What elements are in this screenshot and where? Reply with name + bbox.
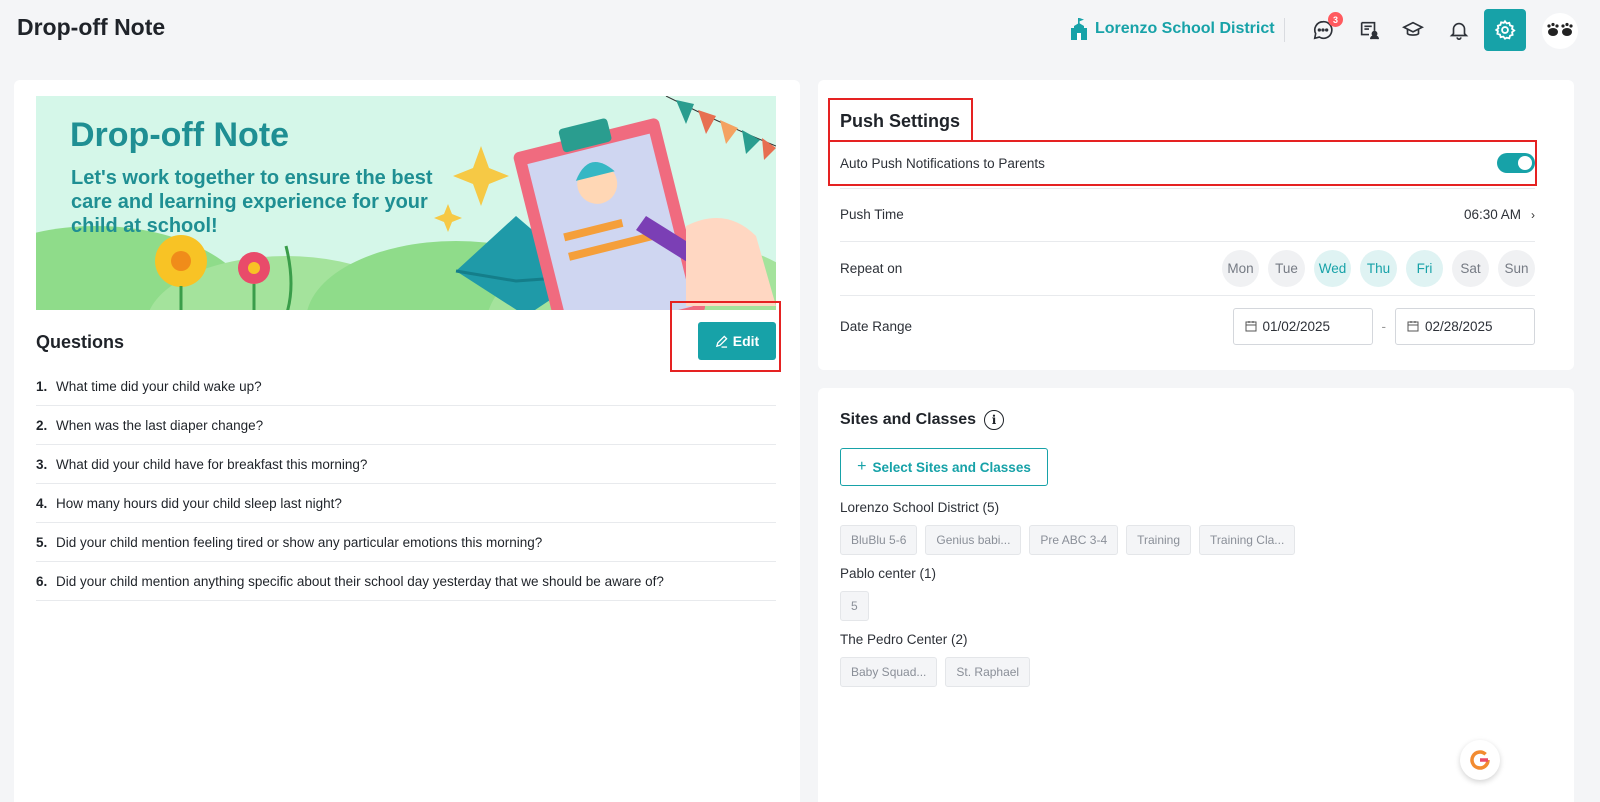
day-thu[interactable]: Thu xyxy=(1360,250,1397,287)
question-number: 2. xyxy=(36,417,48,433)
graduation-cap-icon xyxy=(1402,21,1424,36)
day-wed[interactable]: Wed xyxy=(1314,250,1351,287)
plus-icon: + xyxy=(857,458,867,475)
top-header: Drop-off Note Lorenzo School District 3 xyxy=(0,0,1600,60)
day-sun[interactable]: Sun xyxy=(1498,250,1535,287)
sites-title-row: Sites and Classes i xyxy=(840,410,1005,430)
repeat-row: Repeat on Mon Tue Wed Thu Fri Sat Sun xyxy=(840,242,1535,296)
select-sites-label: Select Sites and Classes xyxy=(872,459,1031,475)
date-separator: - xyxy=(1381,318,1387,334)
pencil-icon xyxy=(715,334,728,348)
questions-title: Questions xyxy=(36,332,125,352)
settings-button[interactable] xyxy=(1484,9,1526,51)
gear-icon xyxy=(1494,19,1516,40)
notifications-button[interactable] xyxy=(1445,16,1473,44)
class-chip: Training Cla... xyxy=(1199,525,1296,555)
class-chip: 5 xyxy=(840,591,869,621)
district-name: Lorenzo School District xyxy=(1095,20,1275,37)
questions-list: 1. What time did your child wake up? 2. Whe… xyxy=(36,367,776,601)
start-date-value: 01/02/2025 xyxy=(1262,318,1331,334)
question-text: What time did your child wake up? xyxy=(56,378,262,394)
sites-classes-card: Sites and Classes i + Select Sites and C… xyxy=(818,388,1574,802)
question-text: Did your child mention anything specific… xyxy=(56,573,664,589)
question-number: 4. xyxy=(36,495,48,511)
info-icon[interactable]: i xyxy=(984,410,1005,430)
drop-off-banner: Drop-off Note Let's work together to ens… xyxy=(36,96,776,310)
question-text: What did your child have for breakfast t… xyxy=(56,456,368,472)
class-chip: Pre ABC 3-4 xyxy=(1029,525,1119,555)
page-title: Drop-off Note xyxy=(17,14,166,40)
question-item: 6. Did your child mention anything specif… xyxy=(36,562,776,601)
class-chip-list: 5 xyxy=(840,591,869,621)
question-number: 3. xyxy=(36,456,48,472)
auto-push-toggle[interactable] xyxy=(1497,153,1535,173)
question-text: When was the last diaper change? xyxy=(56,417,264,433)
g-logo-icon xyxy=(1470,750,1490,770)
class-chip: Baby Squad... xyxy=(840,657,938,687)
question-text: How many hours did your child sleep last… xyxy=(56,495,342,511)
avatar-paws-icon xyxy=(1547,22,1573,36)
day-tue[interactable]: Tue xyxy=(1268,250,1305,287)
banner-subtitle: Let's work together to ensure the best c… xyxy=(71,167,433,237)
question-item: 1. What time did your child wake up? xyxy=(36,367,776,406)
site-group-label: Lorenzo School District (5) xyxy=(840,500,1000,515)
push-time-label: Push Time xyxy=(840,207,904,222)
end-date-input[interactable]: 02/28/2025 xyxy=(1395,307,1535,345)
messages-button[interactable]: 3 xyxy=(1309,12,1343,44)
school-icon xyxy=(1071,18,1087,40)
header-divider xyxy=(1284,18,1285,42)
question-item: 3. What did your child have for breakfast… xyxy=(36,445,776,484)
edit-button[interactable]: Edit xyxy=(698,322,776,360)
day-sat[interactable]: Sat xyxy=(1452,250,1489,287)
questions-card: Drop-off Note Let's work together to ens… xyxy=(14,80,800,802)
assistant-launcher-button[interactable] xyxy=(1460,740,1500,780)
notes-button[interactable] xyxy=(1355,16,1383,44)
question-item: 4. How many hours did your child sleep la… xyxy=(36,484,776,523)
push-settings-card: Push Settings Auto Push Notifications to… xyxy=(818,80,1574,370)
push-settings-title: Push Settings xyxy=(840,111,961,131)
question-number: 1. xyxy=(36,378,48,394)
day-fri[interactable]: Fri xyxy=(1406,250,1443,287)
push-time-value: 06:30 AM xyxy=(1463,207,1521,222)
question-item: 2. When was the last diaper change? xyxy=(36,406,776,445)
messages-badge: 3 xyxy=(1328,12,1343,27)
chevron-right-icon: › xyxy=(1531,207,1535,222)
select-sites-button[interactable]: + Select Sites and Classes xyxy=(840,448,1048,486)
auto-push-row: Auto Push Notifications to Parents xyxy=(840,146,1535,180)
class-chip: Genius babi... xyxy=(925,525,1022,555)
class-chip: St. Raphael xyxy=(945,657,1031,687)
district-selector[interactable]: Lorenzo School District xyxy=(1070,18,1275,40)
banner-title: Drop-off Note xyxy=(70,116,290,154)
date-range-row: Date Range 01/02/2025 - 02/28/2025 xyxy=(840,296,1535,356)
note-user-icon xyxy=(1360,21,1379,40)
push-time-row: Push Time 06:30 AM › xyxy=(840,188,1535,242)
divider xyxy=(840,188,1535,189)
weekday-selector: Mon Tue Wed Thu Fri Sat Sun xyxy=(1222,250,1535,287)
bell-icon xyxy=(1449,22,1469,40)
edit-label: Edit xyxy=(732,333,760,349)
question-item: 5. Did your child mention feeling tired o… xyxy=(36,523,776,562)
day-mon[interactable]: Mon xyxy=(1222,250,1259,287)
class-chip-list: BluBlu 5-6 Genius babi... Pre ABC 3-4 Train… xyxy=(840,525,1296,555)
class-chip-list: Baby Squad... St. Raphael xyxy=(840,657,1031,687)
question-number: 6. xyxy=(36,573,48,589)
academics-button[interactable] xyxy=(1399,16,1427,44)
user-avatar[interactable] xyxy=(1542,13,1578,49)
sites-title: Sites and Classes xyxy=(840,411,977,428)
date-range-label: Date Range xyxy=(840,318,913,334)
question-number: 5. xyxy=(36,534,48,550)
end-date-value: 02/28/2025 xyxy=(1425,318,1493,334)
site-group-label: Pablo center (1) xyxy=(840,566,937,581)
auto-push-label: Auto Push Notifications to Parents xyxy=(840,155,1045,171)
question-text: Did your child mention feeling tired or … xyxy=(56,534,543,550)
class-chip: BluBlu 5-6 xyxy=(840,525,918,555)
start-date-input[interactable]: 01/02/2025 xyxy=(1232,307,1373,345)
calendar-icon xyxy=(1407,321,1419,332)
calendar-icon xyxy=(1245,321,1256,332)
push-time-picker[interactable]: 06:30 AM › xyxy=(1464,207,1535,222)
repeat-label: Repeat on xyxy=(840,261,903,276)
class-chip: Training xyxy=(1126,525,1192,555)
site-group-label: The Pedro Center (2) xyxy=(840,632,968,647)
